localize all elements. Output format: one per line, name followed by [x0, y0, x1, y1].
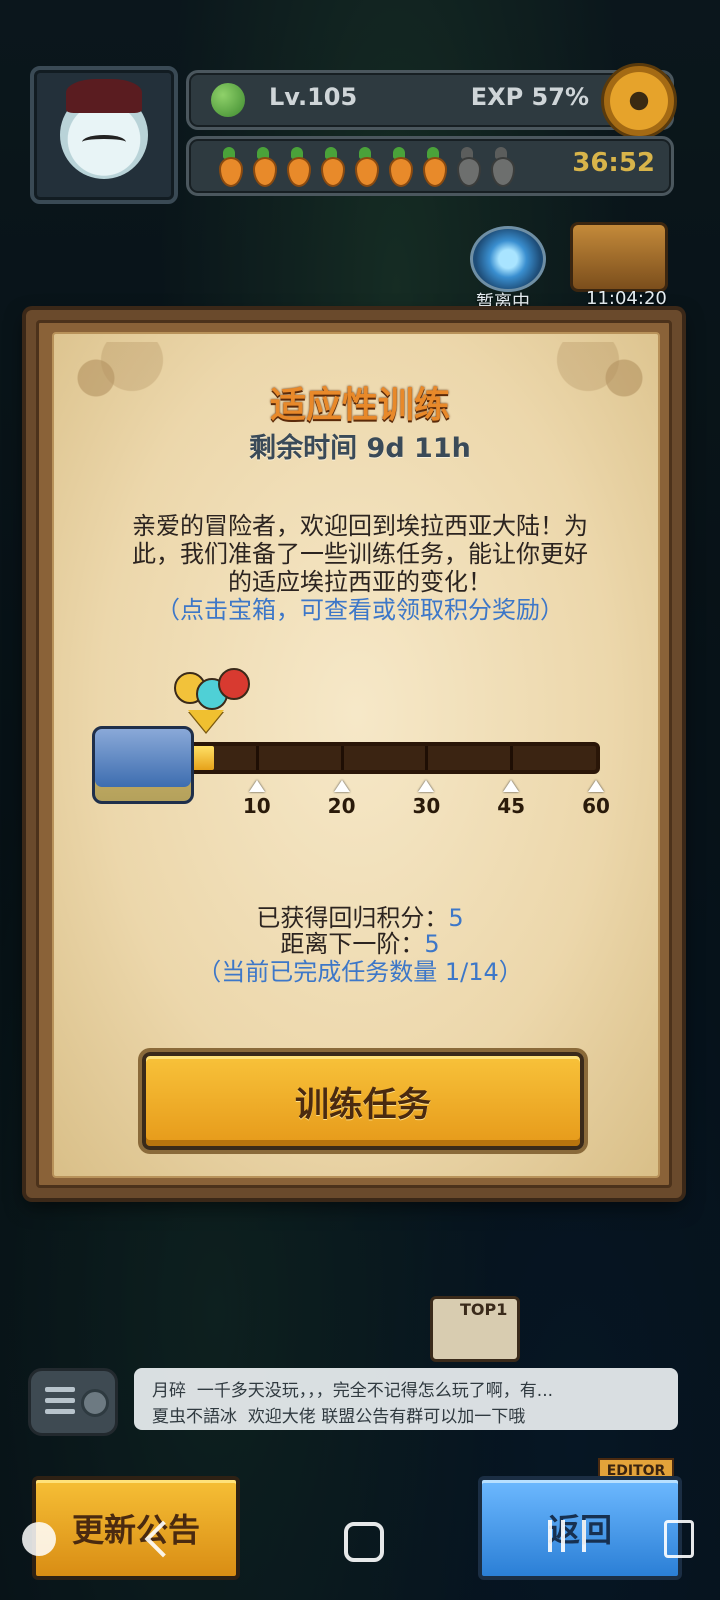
- chest-timer-label: 11:04:20: [586, 288, 667, 309]
- milestone-triangle-icon: [418, 780, 435, 792]
- menu-line-icon: [45, 1398, 75, 1403]
- milestone-label: 45: [497, 794, 526, 818]
- nav-recent-apps-icon[interactable]: [548, 1520, 586, 1552]
- milestone-label: 20: [327, 794, 356, 818]
- chat-toggle-button[interactable]: [28, 1368, 118, 1436]
- carrot-icon: [485, 145, 517, 187]
- progress-marker-icon: [188, 710, 224, 732]
- carrot-icon: [349, 145, 381, 187]
- milestone-label: 10: [242, 794, 271, 818]
- exp-text: EXP 57%: [470, 83, 589, 111]
- milestone-triangle-icon: [503, 780, 520, 792]
- level-text: Lv.105: [269, 83, 358, 111]
- carrot-icon: [247, 145, 279, 187]
- carrot-icon: [213, 145, 245, 187]
- level-bar: Lv.105 EXP 57%: [186, 63, 677, 139]
- treasure-chest-icon[interactable]: [92, 726, 194, 804]
- milestone-tick: 45: [491, 780, 531, 818]
- description-line: 亲爱的冒险者，欢迎回到埃拉西亚大陆！为: [132, 512, 588, 540]
- milestone-tick: 20: [322, 780, 362, 818]
- player-avatar[interactable]: [30, 66, 178, 204]
- energy-bar: 36:52: [186, 136, 674, 196]
- progress-track: [168, 742, 600, 774]
- menu-line-icon: [45, 1409, 75, 1414]
- track-divider: [510, 746, 514, 770]
- chat-message: 夏虫不語冰 欢迎大佬 联盟公告有群可以加一下哦: [152, 1402, 525, 1427]
- milestone-triangle-icon: [333, 780, 350, 792]
- nav-home-icon[interactable]: [344, 1522, 384, 1562]
- top-rank-badge: TOP1: [460, 1300, 508, 1319]
- game-assistant-icon[interactable]: [22, 1522, 56, 1556]
- clover-icon: [211, 83, 245, 117]
- dialog-description: 亲爱的冒险者，欢迎回到埃拉西亚大陆！为 此，我们准备了一些训练任务，能让你更好 …: [100, 512, 620, 596]
- training-tasks-button[interactable]: 训练任务: [142, 1052, 584, 1150]
- chat-dot-icon: [81, 1389, 109, 1417]
- carrot-icon: [281, 145, 313, 187]
- milestone-label: 60: [582, 794, 610, 818]
- menu-line-icon: [45, 1387, 75, 1392]
- chest-hint: （点击宝箱，可查看或领取积分奖励）: [156, 596, 564, 624]
- description-line: 此，我们准备了一些训练任务，能让你更好: [132, 540, 588, 568]
- hero-icon: [218, 668, 250, 700]
- player-party-icon: [168, 662, 250, 710]
- chat-preview[interactable]: 月碎 一千多天没玩，，，完全不记得怎么玩了啊，有... 夏虫不語冰 欢迎大佬 联…: [134, 1368, 678, 1430]
- milestone-tick: 10: [237, 780, 277, 818]
- carrot-icon: [451, 145, 483, 187]
- milestone-triangle-icon: [248, 780, 265, 792]
- timed-chest-icon[interactable]: [570, 222, 668, 292]
- energy-timer: 36:52: [572, 148, 655, 178]
- chat-text: 欢迎大佬 联盟公告有群可以加一下哦: [247, 1407, 526, 1427]
- milestone-tick: 30: [406, 780, 446, 818]
- milestone-tick: 60: [576, 780, 616, 818]
- carrot-icon: [383, 145, 415, 187]
- track-divider: [425, 746, 429, 770]
- tasks-completed: （当前已完成任务数量 1/14）: [197, 958, 523, 986]
- carrot-list: [213, 145, 517, 187]
- dialog-title: 适应性训练: [269, 385, 450, 426]
- rotate-screen-icon[interactable]: [664, 1520, 694, 1558]
- chat-user: 夏虫不語冰: [152, 1407, 237, 1427]
- remaining-time: 剩余时间 9d 11h: [249, 433, 471, 464]
- settings-gear-icon[interactable]: [601, 63, 677, 139]
- portal-icon[interactable]: [470, 226, 546, 292]
- milestone-label: 30: [412, 794, 441, 818]
- milestone-triangle-icon: [588, 780, 604, 792]
- chat-user: 月碎: [152, 1381, 186, 1401]
- track-divider: [255, 746, 259, 770]
- carrot-icon: [315, 145, 347, 187]
- track-divider: [340, 746, 344, 770]
- chat-message: 月碎 一千多天没玩，，，完全不记得怎么玩了啊，有...: [152, 1376, 553, 1401]
- chat-text: 一千多天没玩，，，完全不记得怎么玩了啊，有...: [196, 1381, 554, 1401]
- system-nav-bar: [0, 1496, 720, 1600]
- avatar-face-icon: [60, 79, 148, 179]
- nav-back-icon[interactable]: [144, 1520, 182, 1558]
- carrot-icon: [417, 145, 449, 187]
